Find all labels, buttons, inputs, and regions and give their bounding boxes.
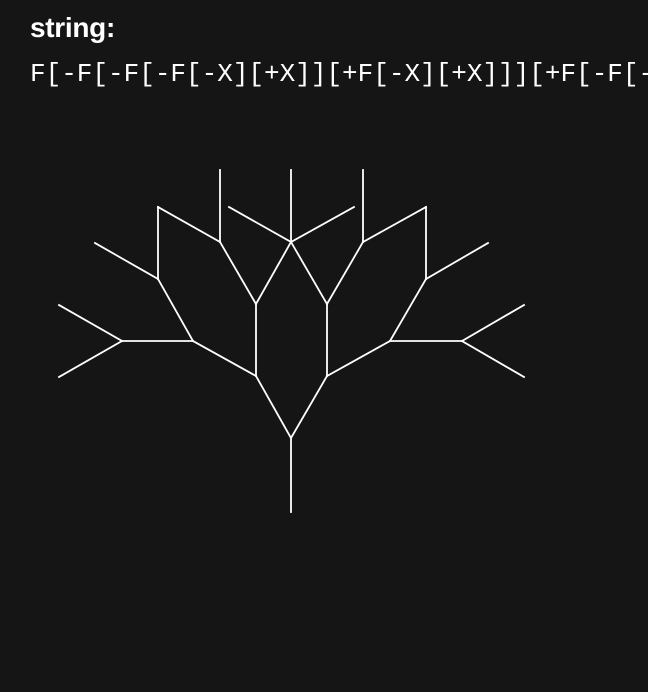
tree-segment [254,374,293,440]
tree-segment [361,205,428,244]
tree-segment [254,240,293,306]
tree-segment [388,277,428,343]
tree-drawing [57,169,526,513]
tree-segment [325,339,392,378]
tree-segment [289,374,329,440]
tree-segment [191,339,258,378]
tree-segment [156,205,222,244]
tree-segment [325,240,365,306]
tree-segment [93,241,160,281]
tree-segment [460,303,526,343]
tree-segment [424,241,490,281]
tree-segment [289,240,329,306]
tree-segment [227,205,293,244]
tree-segment [289,205,356,244]
tree-segment [460,339,526,379]
tree-segment [218,240,258,306]
tree-segment [57,303,124,343]
tree-segment [156,277,195,343]
tree-segment [57,339,124,379]
lsystem-view: string: F[-F[-F[-F[-X][+X]][+F[-X][+X]]]… [0,0,648,692]
